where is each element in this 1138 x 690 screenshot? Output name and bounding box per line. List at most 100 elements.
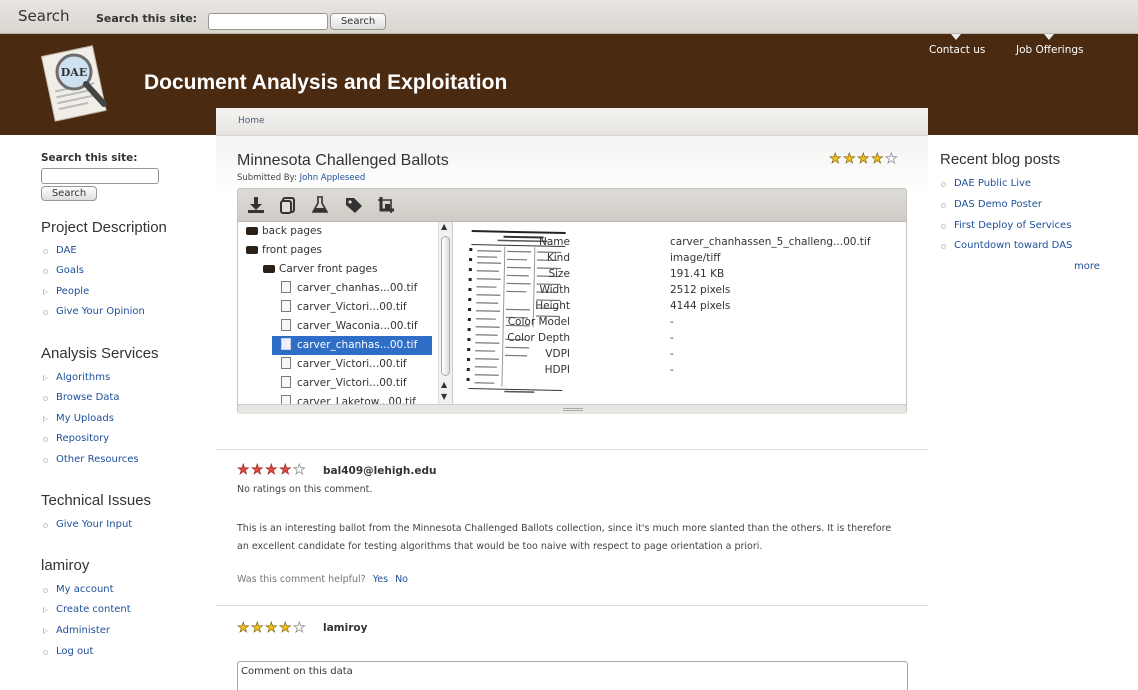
download-icon[interactable] <box>246 195 266 215</box>
nav-my-uploads[interactable]: My Uploads <box>43 413 114 424</box>
tree-file[interactable]: carver_Victori...00.tif <box>238 355 434 374</box>
technical-issues-heading: Technical Issues <box>41 492 152 509</box>
svg-text:DAE: DAE <box>61 66 87 79</box>
star-icon: ★ <box>237 462 250 478</box>
star-empty-icon[interactable]: ★ <box>293 621 307 636</box>
blog-item[interactable]: First Deploy of Services <box>941 220 1071 231</box>
more-link[interactable]: more <box>1074 261 1100 272</box>
file-icon <box>281 395 291 404</box>
browser-toolbar <box>238 189 906 222</box>
tree-folder[interactable]: Carver front pages <box>238 260 434 279</box>
bullet-icon <box>43 269 48 274</box>
star-icon[interactable]: ★ <box>843 152 857 167</box>
blog-item[interactable]: DAE Public Live <box>941 178 1031 189</box>
star-icon: ★ <box>279 462 292 478</box>
nav-give-opinion[interactable]: Give Your Opinion <box>43 306 145 317</box>
star-empty-icon: ★ <box>293 462 306 478</box>
logo[interactable]: DAE <box>40 42 112 124</box>
blog-item[interactable]: DAS Demo Poster <box>941 199 1042 210</box>
tree-folder[interactable]: back pages <box>238 222 434 241</box>
job-offerings-link[interactable]: Job Offerings <box>1016 34 1084 56</box>
bullet-icon <box>43 458 48 463</box>
tree-folder[interactable]: front pages <box>238 241 434 260</box>
browser-resize-bar[interactable] <box>238 404 906 414</box>
comment-author[interactable]: bal409@lehigh.edu <box>323 465 437 477</box>
star-icon[interactable]: ★ <box>279 621 293 636</box>
sidebar-search-input[interactable] <box>41 168 159 184</box>
scroll-down-icon[interactable]: ▼ <box>441 392 447 401</box>
comment-input[interactable]: Comment on this data <box>237 661 908 690</box>
top-search-title: Search <box>18 7 70 25</box>
bullet-icon <box>941 182 946 187</box>
helpful-yes-link[interactable]: Yes <box>373 574 388 585</box>
star-icon[interactable]: ★ <box>237 621 251 636</box>
bullet-icon <box>941 244 946 249</box>
tag-icon[interactable] <box>344 195 364 215</box>
node-rating[interactable]: ★ ★ ★ ★ ★ <box>829 152 899 167</box>
tree-file[interactable]: carver_Waconia...00.tif <box>238 317 434 336</box>
nav-people[interactable]: People <box>43 286 89 297</box>
collapsed-arrow-icon <box>43 628 48 634</box>
bullet-icon <box>43 396 48 401</box>
nav-dae[interactable]: DAE <box>43 245 77 256</box>
scroll-up-icon[interactable]: ▲ <box>441 222 447 231</box>
star-icon[interactable]: ★ <box>871 152 885 167</box>
breadcrumb-home[interactable]: Home <box>238 116 265 126</box>
file-icon <box>281 357 291 369</box>
comment-body: This is an interesting ballot from the M… <box>237 523 892 552</box>
star-empty-icon[interactable]: ★ <box>885 152 899 167</box>
scroll-thumb[interactable] <box>441 236 450 376</box>
nav-give-input[interactable]: Give Your Input <box>43 519 132 530</box>
nav-goals[interactable]: Goals <box>43 265 84 276</box>
nav-administer[interactable]: Administer <box>43 625 110 636</box>
flask-icon[interactable] <box>310 195 330 215</box>
nav-repository[interactable]: Repository <box>43 433 109 444</box>
site-title[interactable]: Document Analysis and Exploitation <box>144 71 507 95</box>
blog-item[interactable]: Countdown toward DAS <box>941 240 1072 251</box>
contact-us-link[interactable]: Contact us <box>929 34 985 56</box>
star-icon[interactable]: ★ <box>265 621 279 636</box>
nav-other-resources[interactable]: Other Resources <box>43 454 139 465</box>
page-title: Minnesota Challenged Ballots <box>237 152 449 169</box>
crop-icon[interactable] <box>376 195 396 215</box>
tree-file[interactable]: carver_Victori...00.tif <box>238 374 434 393</box>
file-tree[interactable]: back pages front pages Carver front page… <box>238 222 438 404</box>
tree-file[interactable]: carver_Victori...00.tif <box>238 298 434 317</box>
collapsed-arrow-icon <box>43 416 48 422</box>
bullet-icon <box>43 249 48 254</box>
user-rating[interactable]: ★ ★ ★ ★ ★ <box>237 621 307 636</box>
resize-grip-icon[interactable] <box>563 408 583 411</box>
job-arrow-icon <box>1044 34 1054 40</box>
star-icon[interactable]: ★ <box>251 621 265 636</box>
bullet-icon <box>941 224 946 229</box>
sidebar-search-button[interactable]: Search <box>41 186 97 201</box>
nav-browse-data[interactable]: Browse Data <box>43 392 119 403</box>
collapsed-arrow-icon <box>43 289 48 295</box>
pane-splitter[interactable] <box>452 222 453 404</box>
user-menu-heading: lamiroy <box>41 557 90 574</box>
top-search-button[interactable]: Search <box>330 13 386 30</box>
nav-log-out[interactable]: Log out <box>43 646 93 657</box>
tree-file[interactable]: carver_Laketow...00.tif <box>238 393 434 404</box>
comment-author[interactable]: lamiroy <box>323 622 367 634</box>
nav-create-content[interactable]: Create content <box>43 604 131 615</box>
author-link[interactable]: John Appleseed <box>300 173 366 183</box>
breadcrumb: Home <box>216 108 928 136</box>
scroll-up-icon[interactable]: ▲ <box>441 380 447 389</box>
star-icon: ★ <box>251 462 264 478</box>
nav-algorithms[interactable]: Algorithms <box>43 372 110 383</box>
copy-icon[interactable] <box>278 195 298 215</box>
tree-file-selected[interactable]: carver_chanhas...00.tif <box>272 336 432 355</box>
nav-my-account[interactable]: My account <box>43 584 114 595</box>
star-icon: ★ <box>265 462 278 478</box>
folder-icon <box>246 227 258 235</box>
helpful-no-link[interactable]: No <box>395 574 408 585</box>
star-icon[interactable]: ★ <box>829 152 843 167</box>
comment-ratings-note: No ratings on this comment. <box>237 484 373 495</box>
top-search-input[interactable] <box>208 13 328 30</box>
star-icon[interactable]: ★ <box>857 152 871 167</box>
tree-scrollbar[interactable]: ▲ ▲ ▼ <box>438 222 452 404</box>
separator <box>216 605 928 606</box>
separator <box>216 449 928 450</box>
tree-file[interactable]: carver_chanhas...00.tif <box>238 279 434 298</box>
